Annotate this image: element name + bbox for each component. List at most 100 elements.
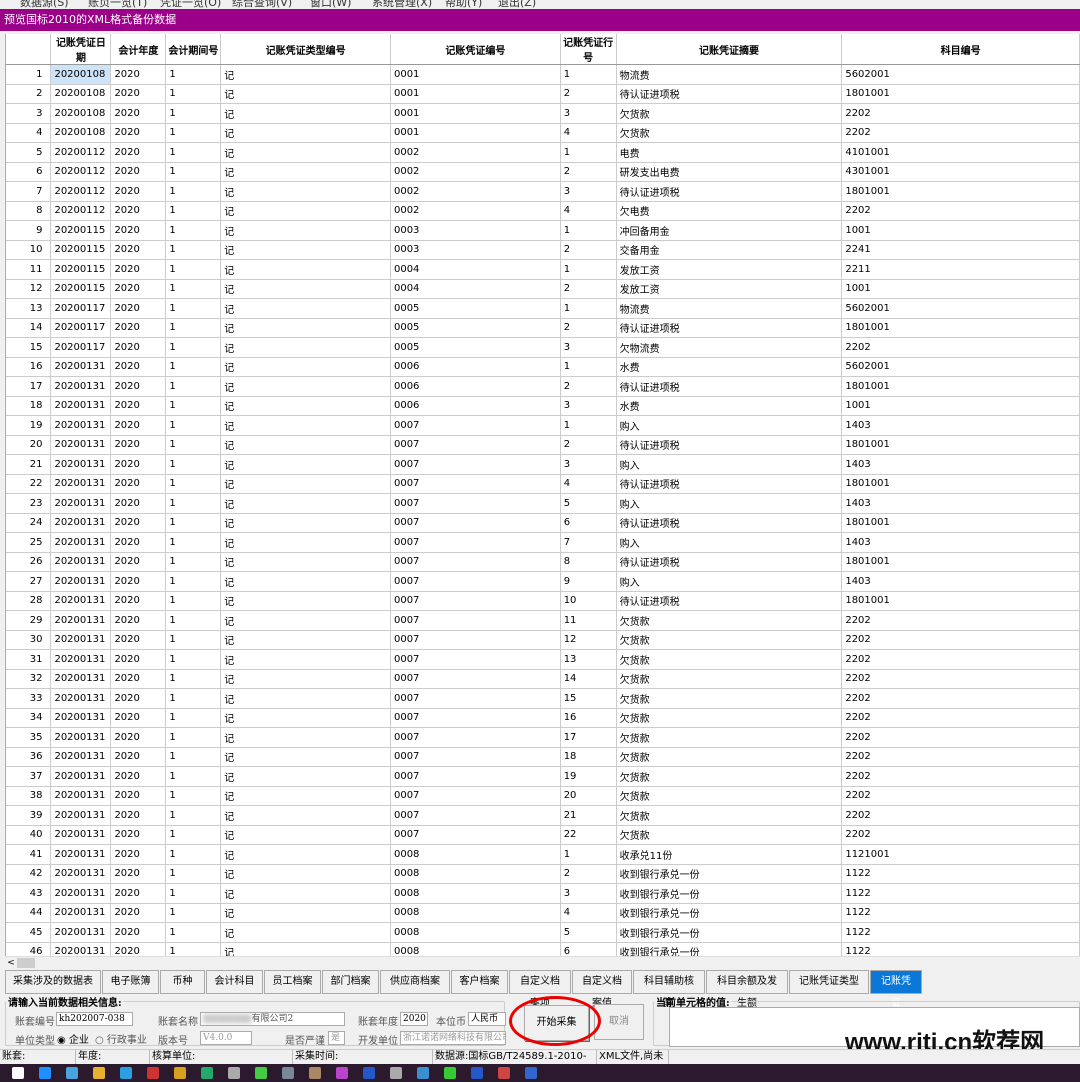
row-number[interactable]: 42 (6, 864, 52, 884)
taskbar-app-icon[interactable] (363, 1067, 375, 1079)
table-cell[interactable]: 记 (220, 571, 391, 592)
table-cell[interactable]: 20200131 (50, 883, 112, 904)
table-cell[interactable]: 1 (560, 142, 617, 163)
table-cell[interactable]: 1 (165, 454, 222, 475)
row-number[interactable]: 27 (6, 571, 52, 592)
table-cell[interactable]: 1122 (841, 942, 1080, 956)
table-row[interactable]: 23 20200131 2020 1 记 0007 5 购入 1403 (6, 493, 1080, 514)
table-row[interactable]: 27 20200131 2020 1 记 0007 9 购入 1403 (6, 571, 1080, 592)
table-cell[interactable]: 1801001 (841, 181, 1080, 202)
table-cell[interactable]: 记 (220, 552, 391, 572)
table-cell[interactable]: 2020 (110, 142, 167, 163)
table-cell[interactable]: 2211 (841, 259, 1080, 280)
table-cell[interactable]: 收到银行承兑一份 (616, 903, 843, 923)
table-cell[interactable]: 1 (560, 298, 617, 319)
table-cell[interactable]: 记 (220, 610, 391, 631)
table-cell[interactable]: 记 (220, 142, 391, 163)
table-cell[interactable]: 3 (560, 454, 617, 475)
table-cell[interactable]: 1 (165, 435, 222, 455)
column-header[interactable]: 记账凭证日期 (50, 34, 112, 65)
table-cell[interactable]: 1 (165, 337, 222, 358)
table-cell[interactable]: 1403 (841, 454, 1080, 475)
table-cell[interactable]: 1122 (841, 864, 1080, 884)
set-no-input[interactable]: kh202007-038 (56, 1012, 133, 1026)
row-number[interactable]: 32 (6, 669, 52, 689)
table-cell[interactable]: 2202 (841, 747, 1080, 767)
table-cell[interactable]: 1 (165, 279, 222, 299)
table-cell[interactable]: 待认证进项税 (616, 84, 843, 104)
table-cell[interactable]: 0006 (390, 376, 561, 397)
table-cell[interactable]: 记 (220, 415, 391, 436)
table-cell[interactable]: 1 (165, 922, 222, 943)
table-cell[interactable]: 0004 (390, 279, 561, 299)
table-cell[interactable]: 1 (165, 610, 222, 631)
taskbar-app-icon[interactable] (525, 1067, 537, 1079)
table-cell[interactable]: 1 (165, 474, 222, 494)
table-cell[interactable]: 20200131 (50, 532, 112, 553)
table-cell[interactable]: 欠货款 (616, 825, 843, 845)
table-cell[interactable]: 1122 (841, 903, 1080, 923)
table-cell[interactable]: 13 (560, 649, 617, 670)
table-cell[interactable]: 2020 (110, 922, 167, 943)
table-cell[interactable]: 1 (165, 103, 222, 124)
table-cell[interactable]: 2020 (110, 786, 167, 806)
table-cell[interactable]: 2020 (110, 727, 167, 748)
table-cell[interactable]: 0007 (390, 630, 561, 650)
table-cell[interactable]: 7 (560, 532, 617, 553)
table-row[interactable]: 33 20200131 2020 1 记 0007 15 欠货款 2202 (6, 688, 1080, 709)
table-cell[interactable]: 0007 (390, 532, 561, 553)
row-number[interactable]: 30 (6, 630, 52, 650)
table-cell[interactable]: 1001 (841, 396, 1080, 416)
table-cell[interactable]: 1 (165, 201, 222, 221)
table-cell[interactable]: 20200112 (50, 181, 112, 202)
table-row[interactable]: 25 20200131 2020 1 记 0007 7 购入 1403 (6, 532, 1080, 553)
table-cell[interactable]: 发放工资 (616, 279, 843, 299)
table-cell[interactable]: 20200131 (50, 552, 112, 572)
table-cell[interactable]: 1 (165, 220, 222, 241)
row-number[interactable]: 33 (6, 688, 52, 709)
table-cell[interactable]: 20200131 (50, 357, 112, 377)
table-cell[interactable]: 0004 (390, 259, 561, 280)
table-cell[interactable]: 0003 (390, 220, 561, 241)
table-cell[interactable]: 20200131 (50, 454, 112, 475)
row-number[interactable]: 44 (6, 903, 52, 923)
table-cell[interactable]: 0007 (390, 454, 561, 475)
table-row[interactable]: 19 20200131 2020 1 记 0007 1 购入 1403 (6, 415, 1080, 436)
table-cell[interactable]: 购入 (616, 493, 843, 514)
table-cell[interactable]: 2020 (110, 805, 167, 826)
table-cell[interactable]: 2020 (110, 513, 167, 533)
table-cell[interactable]: 记 (220, 357, 391, 377)
row-number[interactable]: 34 (6, 708, 52, 728)
table-cell[interactable]: 12 (560, 630, 617, 650)
table-cell[interactable]: 11 (560, 610, 617, 631)
row-number[interactable]: 23 (6, 493, 52, 514)
table-cell[interactable]: 20200131 (50, 493, 112, 514)
table-cell[interactable]: 欠货款 (616, 727, 843, 748)
row-number[interactable]: 36 (6, 747, 52, 767)
tab[interactable]: 记账凭证 (870, 970, 922, 1009)
table-cell[interactable]: 1 (560, 357, 617, 377)
table-cell[interactable]: 0008 (390, 883, 561, 904)
table-cell[interactable]: 16 (560, 708, 617, 728)
table-cell[interactable]: 20200131 (50, 805, 112, 826)
table-cell[interactable]: 记 (220, 435, 391, 455)
table-cell[interactable]: 1 (165, 747, 222, 767)
taskbar-app-icon[interactable] (255, 1067, 267, 1079)
table-cell[interactable]: 记 (220, 532, 391, 553)
table-cell[interactable]: 2020 (110, 532, 167, 553)
table-cell[interactable]: 1 (560, 259, 617, 280)
taskbar-app-icon[interactable] (201, 1067, 213, 1079)
table-cell[interactable]: 1 (165, 864, 222, 884)
table-row[interactable]: 40 20200131 2020 1 记 0007 22 欠货款 2202 (6, 825, 1080, 845)
table-cell[interactable]: 2020 (110, 220, 167, 241)
table-cell[interactable]: 2020 (110, 649, 167, 670)
row-number[interactable]: 21 (6, 454, 52, 475)
table-cell[interactable]: 2020 (110, 825, 167, 845)
table-cell[interactable]: 2020 (110, 357, 167, 377)
table-cell[interactable]: 1 (165, 883, 222, 904)
table-row[interactable]: 9 20200115 2020 1 记 0003 1 冲回备用金 1001 (6, 220, 1080, 241)
table-cell[interactable]: 记 (220, 240, 391, 260)
table-cell[interactable]: 1 (560, 844, 617, 865)
table-cell[interactable]: 0008 (390, 864, 561, 884)
table-cell[interactable]: 2241 (841, 240, 1080, 260)
